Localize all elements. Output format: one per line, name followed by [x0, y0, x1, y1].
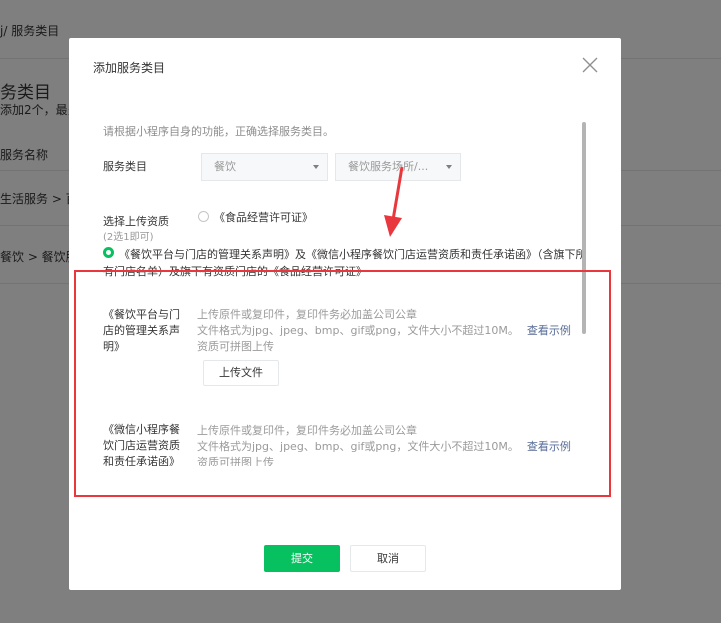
upload-qualification-sub: (2选1即可) — [103, 232, 154, 243]
cancel-button[interactable]: 取消 — [350, 545, 426, 572]
option-food-license[interactable]: 《食品经营许可证》 — [214, 209, 313, 225]
chevron-down-icon — [446, 165, 452, 169]
option-platform-declaration[interactable]: 《餐饮平台与门店的管理关系声明》及《微信小程序餐饮门店运营资质和责任承诺函》（含… — [119, 246, 587, 262]
dialog-title: 添加服务类目 — [93, 61, 166, 75]
select-value: 餐饮 — [214, 160, 236, 173]
upload-qualification-label: 选择上传资质 — [103, 215, 169, 228]
category-hint: 请根据小程序自身的功能，正确选择服务类目。 — [103, 125, 334, 138]
radio-food-license[interactable] — [198, 211, 209, 222]
service-category-label: 服务类目 — [103, 160, 147, 173]
category-select-primary[interactable]: 餐饮 — [201, 153, 328, 181]
annotation-arrow-icon — [384, 166, 404, 237]
close-icon[interactable] — [581, 56, 599, 74]
chevron-down-icon — [313, 165, 319, 169]
annotation-highlight-box — [74, 270, 611, 497]
radio-platform-declaration[interactable] — [103, 247, 114, 258]
submit-button[interactable]: 提交 — [264, 545, 340, 572]
